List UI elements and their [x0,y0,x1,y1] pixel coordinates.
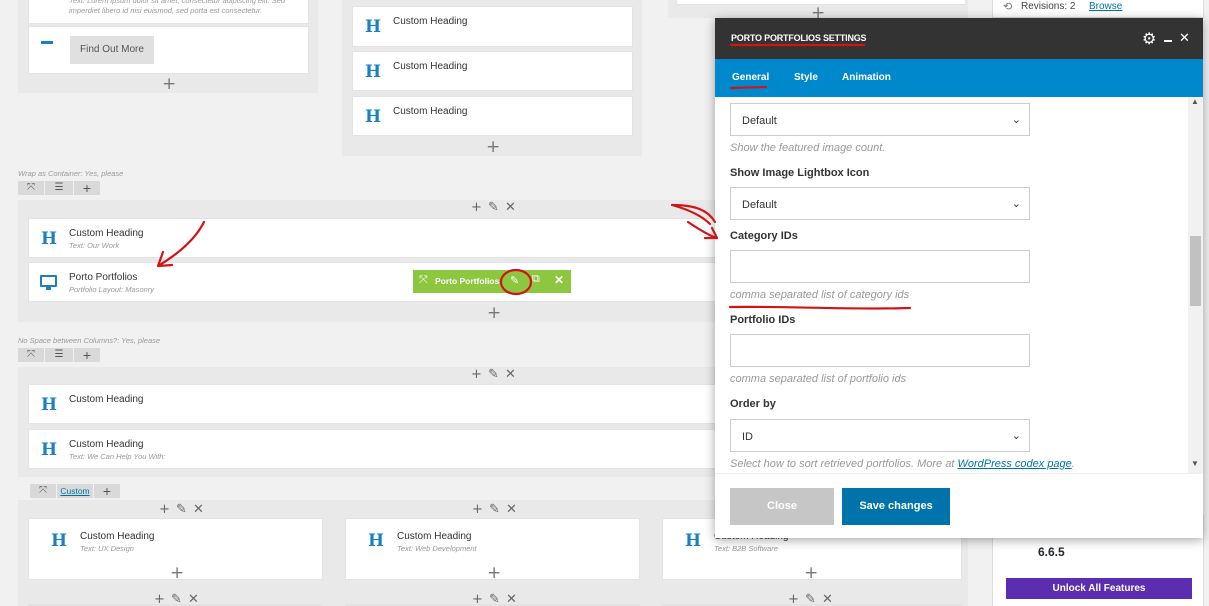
help-underline [728,305,912,310]
annotation-overlay [156,43,912,310]
arrow-annotation [156,220,206,268]
tab-underline [729,85,768,90]
arrow-annotation [670,203,719,240]
edit-circle-annotation [499,268,533,296]
